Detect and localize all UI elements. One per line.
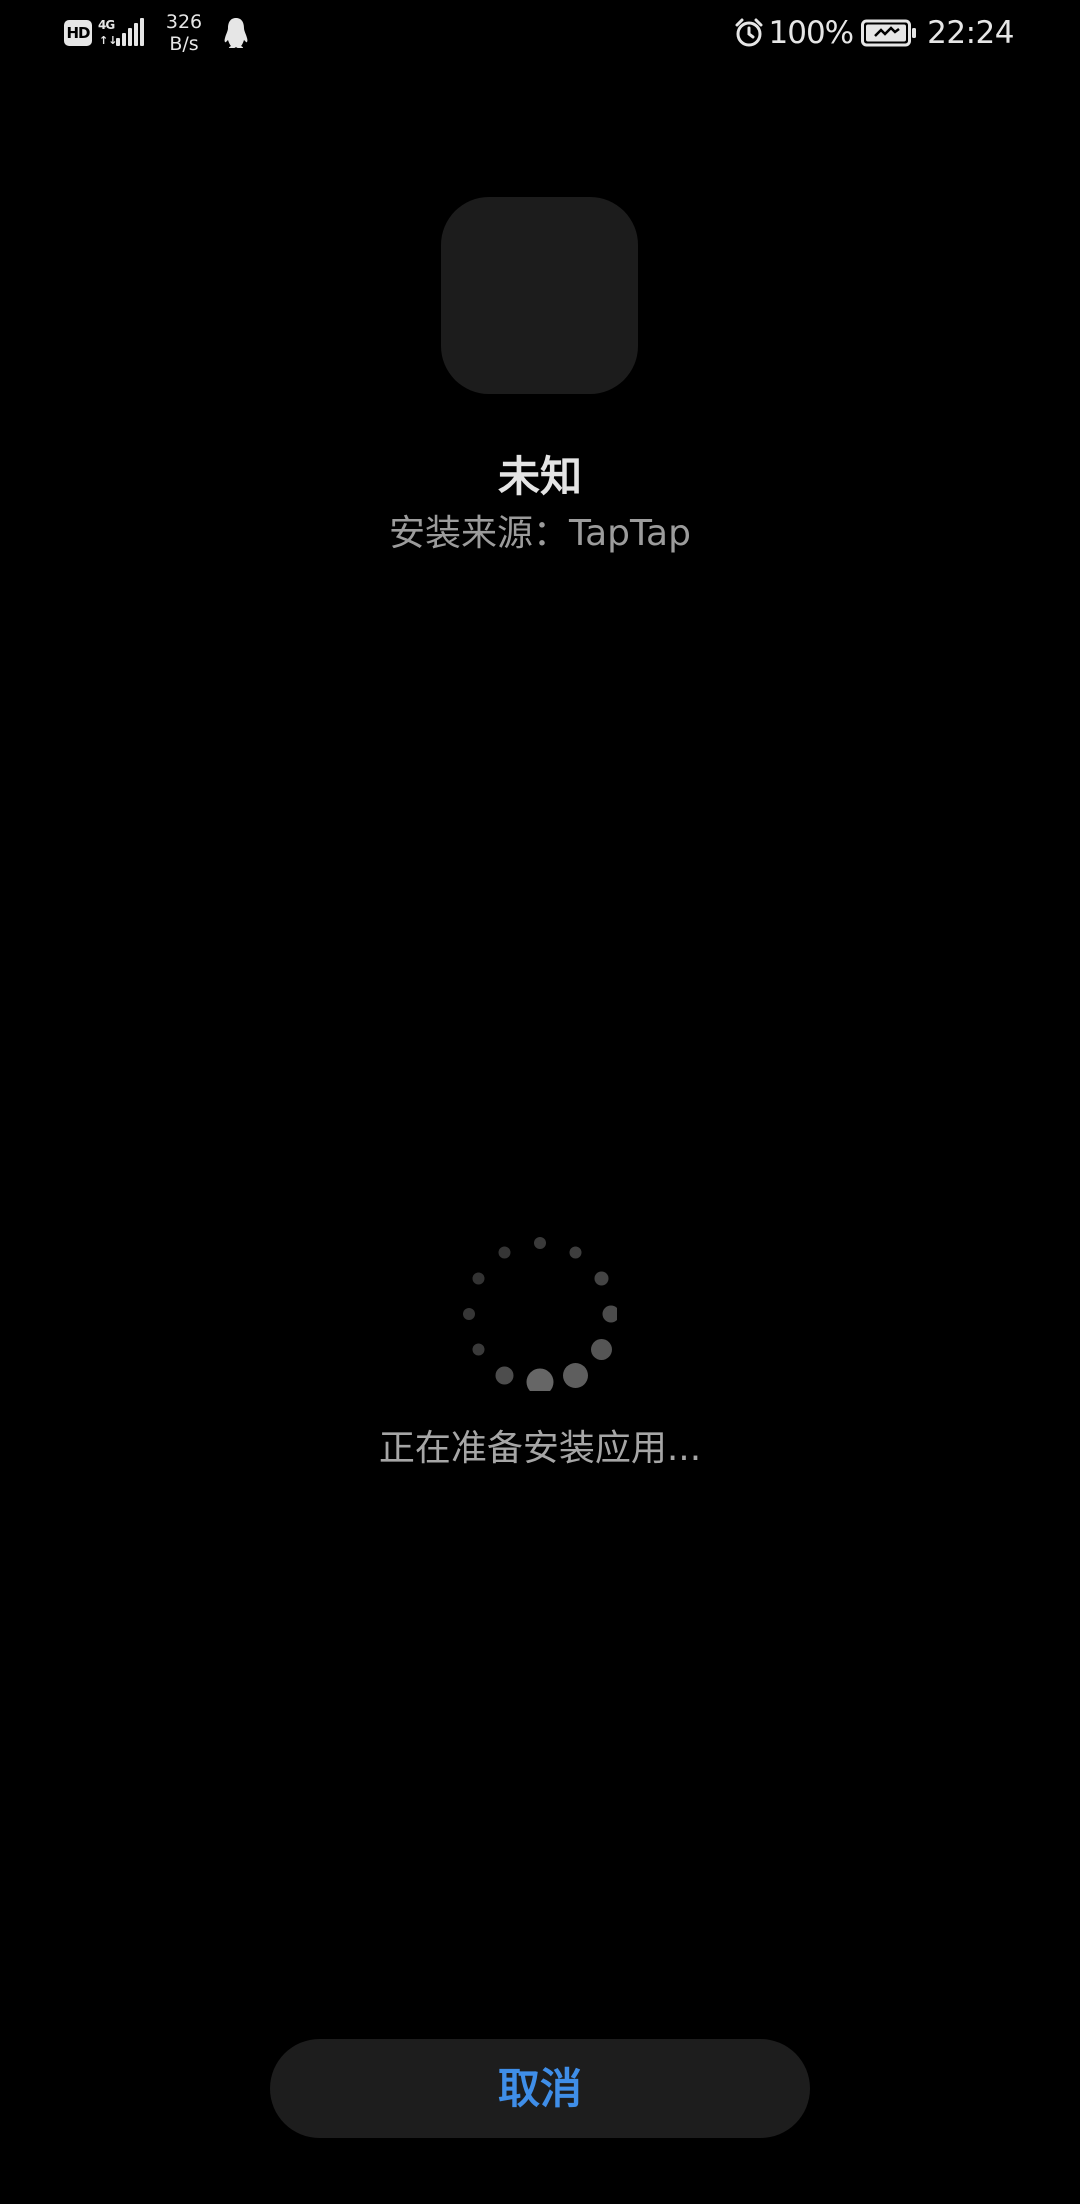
battery-percentage: 100% [768,15,855,51]
qq-penguin-icon [224,18,248,48]
app-name: 未知 [497,452,582,501]
status-bar-left: HD 4G ↑↓ 326 B/s [64,0,250,66]
app-icon-placeholder [441,197,638,394]
signal-strength-icon [116,18,146,48]
alarm-clock-icon [735,18,763,47]
network-type-label: 4G [98,18,115,32]
network-type-indicator: 4G ↑↓ [98,16,118,50]
loading-spinner-icon [463,1237,617,1391]
status-bar: HD 4G ↑↓ 326 B/s 100% 22:24 [0,0,1080,66]
data-activity-arrows: ↑↓ [99,34,118,47]
install-source-label: 安装来源：TapTap [389,513,691,554]
battery-charging-icon [861,19,917,47]
status-bar-right: 100% 22:24 [733,0,1014,66]
network-speed-value: 326 [165,11,203,33]
cancel-button[interactable]: 取消 [270,2039,810,2138]
clock-time: 22:24 [927,15,1014,51]
hd-voice-badge: HD [64,20,92,46]
network-speed: 326 B/s [162,11,206,55]
network-speed-unit: B/s [169,33,199,55]
loading-status-text: 正在准备安装应用... [378,1428,702,1469]
